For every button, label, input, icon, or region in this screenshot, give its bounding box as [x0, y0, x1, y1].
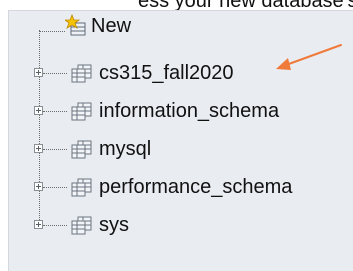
tree-connector	[39, 31, 65, 32]
expand-plus-icon[interactable]	[34, 106, 43, 115]
tree-item-database[interactable]: cs315_fall2020	[9, 58, 353, 94]
database-name[interactable]: sys	[99, 213, 129, 237]
navigation-panel: New cs315_fall2020 information_schema my…	[8, 10, 353, 271]
tree-connector	[43, 187, 67, 188]
tree-item-database[interactable]: mysql	[9, 134, 353, 170]
database-icon	[71, 102, 92, 121]
expand-plus-icon[interactable]	[34, 220, 43, 229]
database-tree: New cs315_fall2020 information_schema my…	[9, 11, 353, 271]
database-icon	[71, 140, 92, 159]
new-database-icon	[65, 14, 86, 36]
database-icon	[71, 178, 92, 197]
expand-plus-icon[interactable]	[34, 182, 43, 191]
tree-connector	[43, 73, 67, 74]
database-name[interactable]: performance_schema	[99, 175, 292, 199]
tree-connector	[43, 149, 67, 150]
partial-header-text: ess your new database's name	[138, 0, 353, 10]
expand-plus-icon[interactable]	[34, 144, 43, 153]
tree-item-database[interactable]: information_schema	[9, 96, 353, 132]
tree-item-database[interactable]: performance_schema	[9, 172, 353, 208]
database-name[interactable]: cs315_fall2020	[99, 61, 234, 85]
partial-header-text-crop: ess your new database's name	[0, 0, 353, 10]
database-icon	[71, 64, 92, 83]
expand-plus-icon[interactable]	[34, 68, 43, 77]
database-name[interactable]: mysql	[99, 137, 151, 161]
tree-connector	[43, 111, 67, 112]
tree-item-new[interactable]: New	[9, 14, 353, 52]
tree-item-new-label: New	[91, 15, 132, 37]
tree-connector	[43, 225, 67, 226]
database-name[interactable]: information_schema	[99, 99, 279, 123]
database-icon	[71, 216, 92, 235]
tree-item-database[interactable]: sys	[9, 210, 353, 246]
